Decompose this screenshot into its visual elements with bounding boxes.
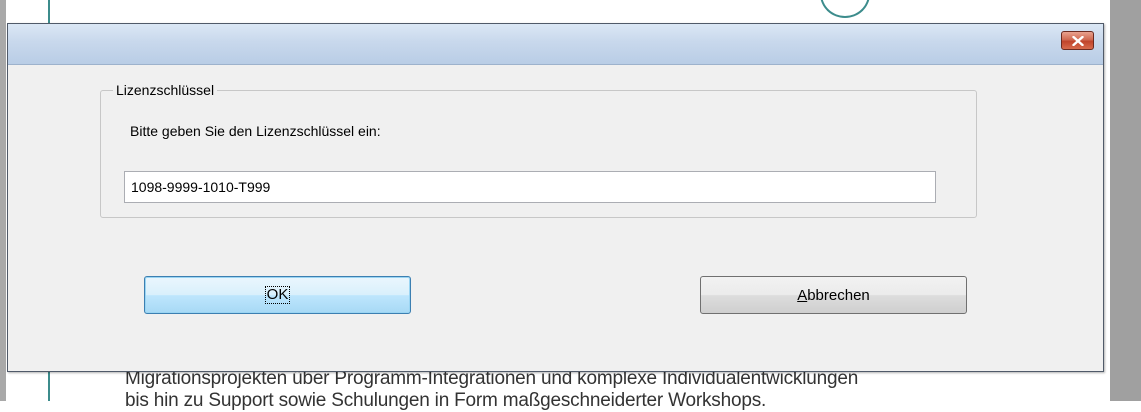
dialog-client-area: Lizenzschlüssel Bitte geben Sie den Lize… xyxy=(13,65,1098,366)
close-button[interactable] xyxy=(1061,31,1094,50)
background-left-scrollbar xyxy=(0,0,6,401)
ok-button-label: OK xyxy=(264,286,291,304)
ok-button[interactable]: OK xyxy=(144,276,411,314)
background-text-line: bis hin zu Support sowie Schulungen in F… xyxy=(125,390,767,411)
background-right-panel xyxy=(1110,0,1141,401)
cancel-button[interactable]: Abbrechen xyxy=(700,276,967,314)
license-key-prompt: Bitte geben Sie den Lizenzschlüssel ein: xyxy=(130,123,381,139)
background-decoration xyxy=(820,0,870,18)
license-key-input[interactable] xyxy=(124,171,936,203)
groupbox-title: Lizenzschlüssel xyxy=(113,82,218,98)
license-key-dialog: Lizenzschlüssel Bitte geben Sie den Lize… xyxy=(7,23,1104,372)
dialog-titlebar[interactable] xyxy=(8,24,1103,65)
cancel-button-label: Abbrechen xyxy=(797,286,870,304)
close-icon xyxy=(1071,35,1084,46)
license-key-groupbox: Lizenzschlüssel Bitte geben Sie den Lize… xyxy=(100,82,977,218)
